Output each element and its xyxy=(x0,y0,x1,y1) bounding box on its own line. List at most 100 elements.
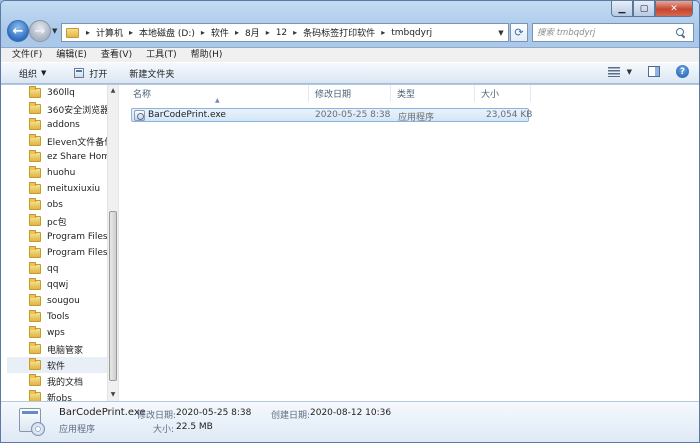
folder-icon xyxy=(29,390,41,401)
folder-icon xyxy=(29,86,41,98)
back-button[interactable]: ← xyxy=(7,20,29,42)
breadcrumb-item[interactable]: 12 xyxy=(274,24,289,41)
column-header-size[interactable]: 大小 xyxy=(475,85,531,102)
breadcrumb-separator[interactable]: ▸ xyxy=(262,28,274,37)
breadcrumb-item[interactable]: 本地磁盘 (D:) xyxy=(137,24,197,41)
tree-item[interactable]: Tools xyxy=(7,309,107,325)
scroll-up-icon[interactable]: ▲ xyxy=(108,85,118,97)
breadcrumb-separator[interactable]: ▸ xyxy=(82,28,94,37)
preview-pane-icon[interactable] xyxy=(648,66,660,77)
new-folder-label: 新建文件夹 xyxy=(129,69,175,80)
tree-item[interactable]: 新obs xyxy=(7,389,107,401)
open-button[interactable]: 打开 xyxy=(66,64,115,82)
tree-item[interactable]: Eleven文件备份 xyxy=(7,133,107,149)
organize-button[interactable]: 组织 ▼ xyxy=(11,64,54,82)
tree-item[interactable]: qq xyxy=(7,261,107,277)
details-created-value: 2020-08-12 10:36 xyxy=(310,408,392,418)
breadcrumb-item[interactable]: 计算机 xyxy=(94,24,125,41)
breadcrumb-item[interactable]: 软件 xyxy=(209,24,231,41)
chevron-down-icon: ▼ xyxy=(41,69,47,77)
breadcrumb-separator[interactable]: ▸ xyxy=(377,28,389,37)
folder-icon xyxy=(29,246,41,258)
address-dropdown[interactable]: ▼ xyxy=(494,29,508,37)
open-icon xyxy=(74,68,85,78)
application-large-icon xyxy=(19,408,45,436)
folder-icon xyxy=(29,310,41,322)
tree-item[interactable]: qqwj xyxy=(7,277,107,293)
tree-item[interactable]: obs xyxy=(7,197,107,213)
tree-item[interactable]: addons xyxy=(7,117,107,133)
tree-item[interactable]: pc包 xyxy=(7,213,107,229)
tree-item-selected[interactable]: 软件 xyxy=(7,357,107,373)
organize-label: 组织 xyxy=(19,69,38,80)
tree-item-label: addons xyxy=(47,120,80,130)
details-modified-value: 2020-05-25 8:38 xyxy=(176,408,252,418)
application-icon xyxy=(134,109,145,121)
folder-icon xyxy=(29,118,41,130)
navigation-row: ← → ▼ ▸ 计算机 ▸ 本地磁盘 (D:) ▸ 软件 ▸ 8月 ▸ 12 ▸… xyxy=(5,19,695,45)
tree-item-label: meituxiuxiu xyxy=(47,184,101,194)
tree-item-label: huohu xyxy=(47,168,76,178)
breadcrumb-separator[interactable]: ▸ xyxy=(197,28,209,37)
scrollbar-thumb[interactable] xyxy=(109,211,117,381)
tree-item[interactable]: meituxiuxiu xyxy=(7,181,107,197)
column-header-type[interactable]: 类型 xyxy=(391,85,475,102)
breadcrumb-separator[interactable]: ▸ xyxy=(125,28,137,37)
tree-item[interactable]: 我的文档 xyxy=(7,373,107,389)
details-size-value: 22.5 MB xyxy=(176,422,213,432)
tree-item-label: Program Files xyxy=(47,248,107,258)
maximize-button[interactable]: ▢ xyxy=(633,1,655,17)
column-header-label: 大小 xyxy=(481,90,500,100)
tree-item[interactable]: Program Files xyxy=(7,245,107,261)
tree-item[interactable]: huohu xyxy=(7,165,107,181)
nav-pane-scrollbar[interactable]: ▲ ▼ xyxy=(107,85,118,401)
details-created-label: 创建日期: xyxy=(271,411,311,421)
tree-item[interactable]: ez Share Home xyxy=(7,149,107,165)
tree-item-label: Eleven文件备份 xyxy=(47,137,107,148)
details-file-name: BarCodePrint.exe xyxy=(59,407,146,418)
folder-icon xyxy=(29,262,41,274)
refresh-button[interactable]: ⟳ xyxy=(510,23,528,42)
tree-item-label: 我的文档 xyxy=(47,377,84,388)
help-icon[interactable]: ? xyxy=(676,65,689,78)
tree-item-label: obs xyxy=(47,200,63,210)
tree-item[interactable]: Program Files xyxy=(7,229,107,245)
tree-item[interactable]: 360安全浏览器 xyxy=(7,101,107,117)
menu-bar: 文件(F) 编辑(E) 查看(V) 工具(T) 帮助(H) xyxy=(1,47,699,62)
content-area: 360llq 360安全浏览器 addons Eleven文件备份 ez Sha… xyxy=(1,85,699,401)
tree-item[interactable]: wps xyxy=(7,325,107,341)
menu-file[interactable]: 文件(F) xyxy=(5,48,49,63)
tree-item[interactable]: sougou xyxy=(7,293,107,309)
breadcrumb-item[interactable]: 8月 xyxy=(243,24,262,41)
column-header-modified[interactable]: 修改日期 xyxy=(309,85,391,102)
file-row-selected[interactable]: BarCodePrint.exe 2020-05-25 8:38 应用程序 23… xyxy=(131,108,532,123)
search-icon[interactable] xyxy=(675,27,687,39)
file-type: 应用程序 xyxy=(398,113,435,123)
breadcrumb-separator[interactable]: ▸ xyxy=(231,28,243,37)
open-label: 打开 xyxy=(89,69,108,80)
breadcrumb-separator[interactable]: ▸ xyxy=(289,28,301,37)
tree-item[interactable]: 电脑管家 xyxy=(7,341,107,357)
tree-item[interactable]: 360llq xyxy=(7,85,107,101)
view-dropdown-icon[interactable]: ▼ xyxy=(627,68,632,76)
breadcrumb-item[interactable]: tmbqdyrj xyxy=(389,24,434,41)
menu-edit[interactable]: 编辑(E) xyxy=(49,48,94,63)
file-list: 名称 ▲ 修改日期 类型 大小 BarCodePrint.exe 2020-05… xyxy=(119,85,699,401)
forward-button[interactable]: → xyxy=(29,20,51,42)
scroll-down-icon[interactable]: ▼ xyxy=(108,389,118,401)
menu-view[interactable]: 查看(V) xyxy=(94,48,139,63)
menu-help[interactable]: 帮助(H) xyxy=(184,48,230,63)
recent-pages-dropdown[interactable]: ▼ xyxy=(52,27,57,35)
breadcrumb-item[interactable]: 条码标签打印软件 xyxy=(301,24,377,41)
tree-item-label: sougou xyxy=(47,296,80,306)
minimize-button[interactable]: ▁ xyxy=(611,1,633,17)
search-input[interactable] xyxy=(533,27,673,38)
search-box[interactable] xyxy=(532,23,694,42)
address-bar[interactable]: ▸ 计算机 ▸ 本地磁盘 (D:) ▸ 软件 ▸ 8月 ▸ 12 ▸ 条码标签打… xyxy=(61,23,509,42)
view-options-icon[interactable] xyxy=(607,66,620,77)
details-pane: BarCodePrint.exe 修改日期: 2020-05-25 8:38 创… xyxy=(1,401,699,442)
menu-tools[interactable]: 工具(T) xyxy=(139,48,184,63)
new-folder-button[interactable]: 新建文件夹 xyxy=(121,64,182,82)
close-button[interactable]: ✕ xyxy=(655,1,693,17)
tree-item-label: 软件 xyxy=(47,361,66,372)
